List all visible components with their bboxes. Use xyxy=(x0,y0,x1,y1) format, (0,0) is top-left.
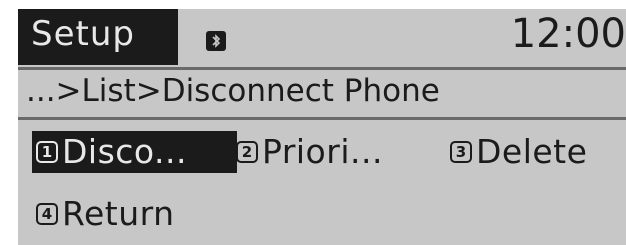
menu-item-return[interactable]: 4 Return xyxy=(32,193,175,235)
number-badge: 3 xyxy=(450,141,472,163)
header-bar: Setup 12:00 xyxy=(18,9,626,65)
display-screen: Setup 12:00 ...>List>Disconnect Phone 1 … xyxy=(18,9,626,245)
divider xyxy=(18,117,626,120)
title-tab[interactable]: Setup xyxy=(18,9,178,65)
menu-item-label: Priori... xyxy=(262,132,383,171)
menu-item-delete[interactable]: 3 Delete xyxy=(446,131,587,173)
menu-item-label: Disco... xyxy=(62,132,187,171)
menu-item-label: Return xyxy=(62,194,175,233)
bluetooth-icon xyxy=(206,31,226,51)
menu-item-disconnect[interactable]: 1 Disco... xyxy=(32,131,237,173)
breadcrumb: ...>List>Disconnect Phone xyxy=(26,73,440,109)
number-badge: 1 xyxy=(36,141,58,163)
menu-item-label: Delete xyxy=(476,132,588,171)
clock: 12:00 xyxy=(510,11,626,57)
menu-item-priority[interactable]: 2 Priori... xyxy=(232,131,383,173)
number-badge: 2 xyxy=(236,141,258,163)
number-badge: 4 xyxy=(36,203,58,225)
page-title: Setup xyxy=(31,14,135,54)
